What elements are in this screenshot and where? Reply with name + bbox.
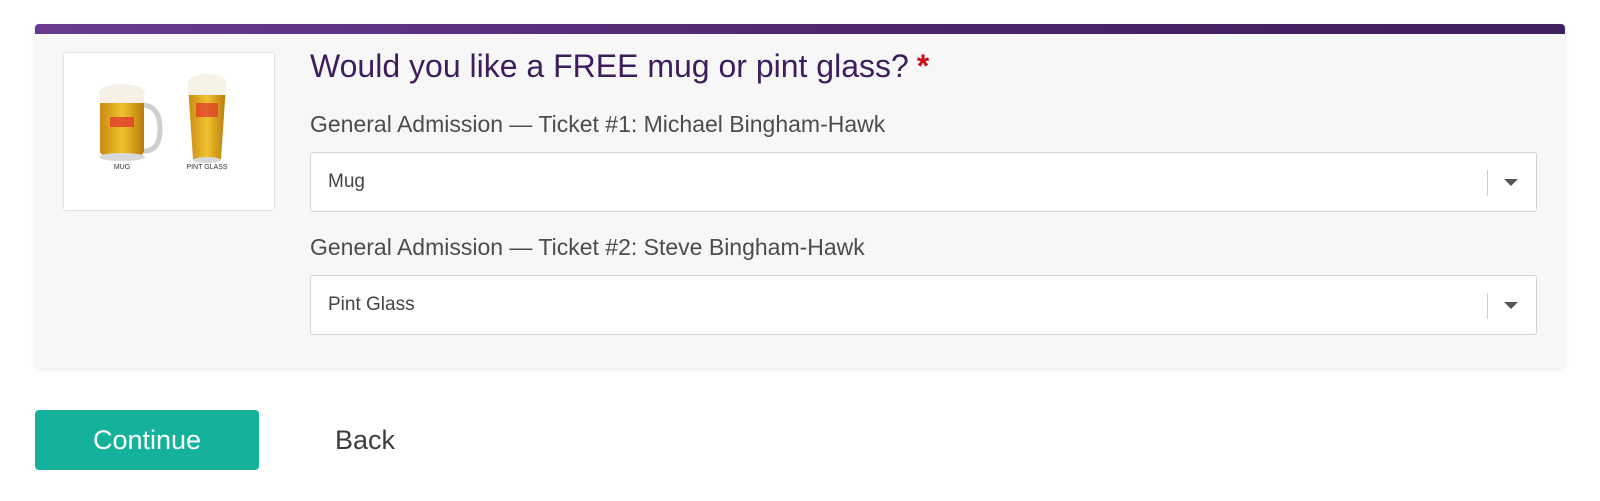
ticket-1-label: General Admission — Ticket #1: Michael B… [310,111,886,137]
select-divider [1487,170,1488,196]
mug-caption: MUG [114,164,130,171]
mug-icon [99,84,163,161]
ticket-2-label: General Admission — Ticket #2: Steve Bin… [310,234,865,260]
back-button[interactable]: Back [300,410,430,470]
chevron-down-icon[interactable] [1504,302,1518,309]
question-text: Would you like a FREE mug or pint glass? [310,48,909,84]
chevron-down-icon[interactable] [1504,179,1518,186]
ticket-2-select[interactable]: Pint Glass [310,275,1537,335]
ticket-1-select[interactable]: Mug [310,152,1537,212]
card-accent-bar [35,24,1565,34]
ticket-2-selected-value: Pint Glass [328,294,415,315]
continue-button[interactable]: Continue [35,410,259,470]
select-divider [1487,293,1488,319]
pint-glass-icon [188,74,226,163]
pint-glass-caption: PINT GLASS [186,164,227,171]
question-card: MUG PINT GLASS Would you like a FREE mug… [35,24,1565,368]
ticket-1-selected-value: Mug [328,171,365,192]
question-title: Would you like a FREE mug or pint glass?… [310,48,929,85]
required-marker: * [916,48,930,84]
mug-and-pint-image: MUG PINT GLASS [63,52,275,211]
